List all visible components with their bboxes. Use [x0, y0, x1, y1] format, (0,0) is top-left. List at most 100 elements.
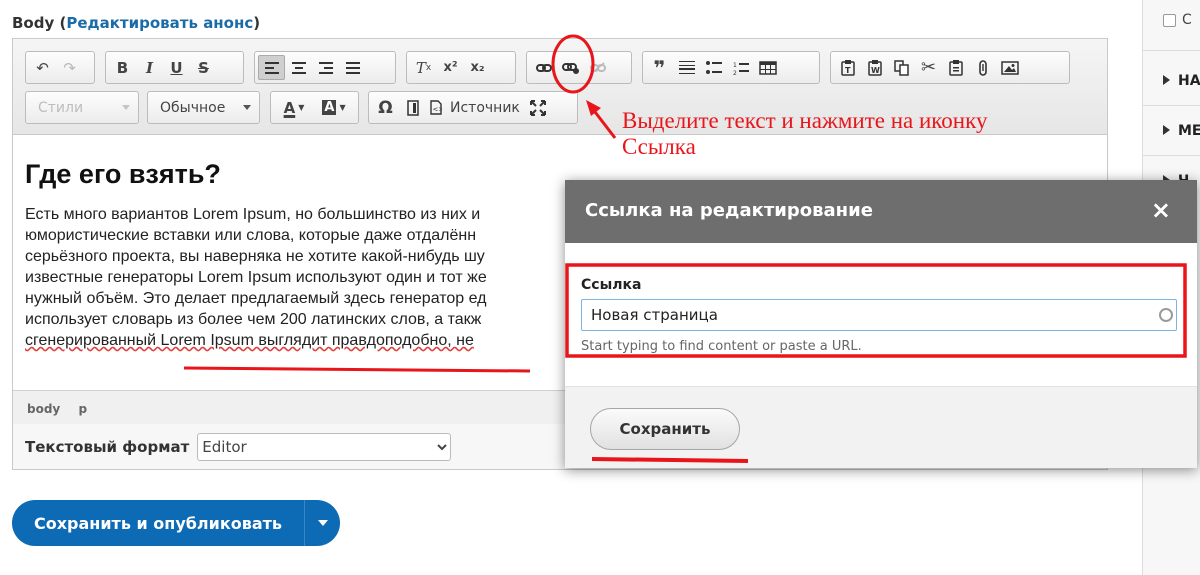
svg-text:2: 2: [733, 70, 737, 75]
autocomplete-throbber-icon: [1159, 308, 1173, 322]
text-format-select[interactable]: Editor: [197, 433, 452, 461]
cut-icon[interactable]: ✂: [915, 55, 942, 80]
horizontal-rule-icon[interactable]: [673, 55, 700, 80]
expand-triangle-icon: [1163, 75, 1170, 85]
save-publish-button-group: Сохранить и опубликовать: [12, 500, 340, 546]
content-line: нужный объём. Это делает предлагаемый зд…: [25, 290, 487, 307]
link-field-label: Ссылка: [581, 277, 642, 293]
chevron-down-icon: [243, 105, 251, 110]
special-char-icon[interactable]: Ω: [372, 95, 399, 120]
paste-text-icon[interactable]: T: [834, 55, 861, 80]
paragraph-format-dropdown[interactable]: Обычное: [147, 91, 260, 124]
dialog-body: Ссылка Start typing to find content or p…: [565, 243, 1197, 386]
save-button[interactable]: Сохранить: [590, 408, 740, 450]
subscript-icon[interactable]: x₂: [464, 55, 491, 80]
undo-icon[interactable]: ↶: [29, 55, 56, 80]
sidebar-section-label: НА: [1178, 73, 1200, 89]
sidebar-section-1[interactable]: НА: [1143, 73, 1200, 89]
text-color-icon[interactable]: A ▼: [274, 95, 314, 120]
source-button-label: Источник: [450, 99, 520, 116]
align-right-icon[interactable]: [312, 55, 339, 80]
link-icon[interactable]: [530, 55, 557, 80]
divider: [1143, 105, 1200, 106]
edit-link-icon[interactable]: [557, 55, 584, 80]
toolbar-group-align: [254, 51, 396, 84]
attach-icon[interactable]: [969, 55, 996, 80]
bulleted-list-icon[interactable]: [700, 55, 727, 80]
chevron-down-icon: [317, 520, 328, 526]
align-center-icon[interactable]: [285, 55, 312, 80]
annotation-line-1: Выделите текст и нажмите на иконку: [622, 108, 988, 133]
numbered-list-icon[interactable]: 12: [727, 55, 754, 80]
content-line: сгенерированный Lorem Ipsum выглядит пра…: [25, 332, 474, 349]
toolbar-group-tools: Ω <> Источник: [368, 91, 578, 124]
checkbox-icon[interactable]: [1163, 13, 1176, 27]
table-icon[interactable]: [754, 55, 781, 80]
annotation-text: Выделите текст и нажмите на иконку Ссылк…: [622, 108, 987, 160]
expand-triangle-icon: [1163, 125, 1170, 135]
align-left-icon[interactable]: [258, 55, 285, 80]
toolbar-group-clipboard: T W ✂: [830, 51, 1070, 84]
superscript-icon[interactable]: x²: [437, 55, 464, 80]
dialog-footer: Сохранить: [565, 386, 1197, 468]
paste-word-icon[interactable]: W: [861, 55, 888, 80]
image-icon[interactable]: [996, 55, 1023, 80]
link-field-help: Start typing to find content or paste a …: [581, 339, 862, 354]
field-label-text: Body: [12, 14, 55, 32]
remove-format-icon[interactable]: Tx: [410, 55, 437, 80]
unlink-icon[interactable]: [584, 55, 611, 80]
svg-text:<>: <>: [433, 106, 443, 114]
sidebar-checkbox[interactable]: С: [1163, 12, 1192, 28]
edit-link-dialog: Ссылка на редактирование × Ссылка Start …: [565, 180, 1197, 468]
close-icon[interactable]: ×: [1151, 196, 1171, 224]
paragraph-format-label: Обычное: [160, 99, 226, 116]
strikethrough-icon[interactable]: S: [190, 55, 217, 80]
annotation-line-2: Ссылка: [622, 134, 696, 159]
toolbar-group-blocks: ❞ 12: [642, 51, 820, 84]
edit-summary-link[interactable]: Редактировать анонс: [66, 14, 253, 32]
sidebar-section-label: МЕ: [1178, 123, 1200, 139]
paste-icon[interactable]: [942, 55, 969, 80]
blockquote-icon[interactable]: ❞: [646, 55, 673, 80]
content-line: использует словарь из более чем 200 лати…: [25, 311, 482, 328]
sidebar-section-2[interactable]: МЕ: [1143, 123, 1200, 139]
toolbar-group-format: Tx x² x₂: [406, 51, 516, 84]
text-format-label: Текстовый формат: [25, 438, 190, 456]
content-line: известные генераторы Lorem Ipsum использ…: [25, 269, 487, 286]
dialog-titlebar: Ссылка на редактирование ×: [565, 180, 1197, 243]
svg-text:T: T: [845, 66, 851, 75]
background-color-icon[interactable]: A ▼: [314, 95, 354, 120]
source-button[interactable]: <> Источник: [426, 95, 524, 120]
toolbar-group-history: ↶ ↷: [25, 51, 95, 84]
toolbar-group-basic: B I U S: [105, 51, 244, 84]
styles-dropdown[interactable]: Стили: [25, 91, 139, 124]
field-label: Body (Редактировать анонс): [12, 14, 261, 32]
dialog-title: Ссылка на редактирование: [585, 200, 873, 221]
divider: [1143, 50, 1200, 51]
sidebar-checkbox-label: С: [1182, 12, 1192, 28]
publish-dropdown-toggle[interactable]: [305, 520, 340, 526]
toolbar-group-link: [526, 51, 632, 84]
text-format-row: Текстовый формат Editor: [25, 433, 452, 461]
svg-text:W: W: [871, 66, 880, 75]
underline-icon[interactable]: U: [163, 55, 190, 80]
page-break-icon[interactable]: [399, 95, 426, 120]
divider: [1143, 155, 1200, 156]
toolbar-group-colors: A ▼ A ▼: [270, 91, 359, 124]
content-line: юмористические вставки или слова, которы…: [25, 227, 477, 244]
save-publish-button[interactable]: Сохранить и опубликовать: [12, 514, 304, 533]
chevron-down-icon: [122, 105, 130, 110]
align-justify-icon[interactable]: [339, 55, 366, 80]
content-line: Есть много вариантов Lorem Ipsum, но бол…: [25, 206, 481, 223]
content-line: серьёзного проекта, вы наверняка не хоти…: [25, 248, 485, 265]
redo-icon[interactable]: ↷: [56, 55, 83, 80]
svg-text:1: 1: [733, 62, 737, 69]
path-item-p[interactable]: p: [78, 402, 87, 416]
italic-icon[interactable]: I: [136, 55, 163, 80]
bold-icon[interactable]: B: [109, 55, 136, 80]
link-url-input[interactable]: [581, 299, 1177, 331]
styles-dropdown-label: Стили: [38, 99, 84, 116]
path-item-body[interactable]: body: [27, 402, 60, 416]
copy-icon[interactable]: [888, 55, 915, 80]
maximize-icon[interactable]: [524, 95, 551, 120]
